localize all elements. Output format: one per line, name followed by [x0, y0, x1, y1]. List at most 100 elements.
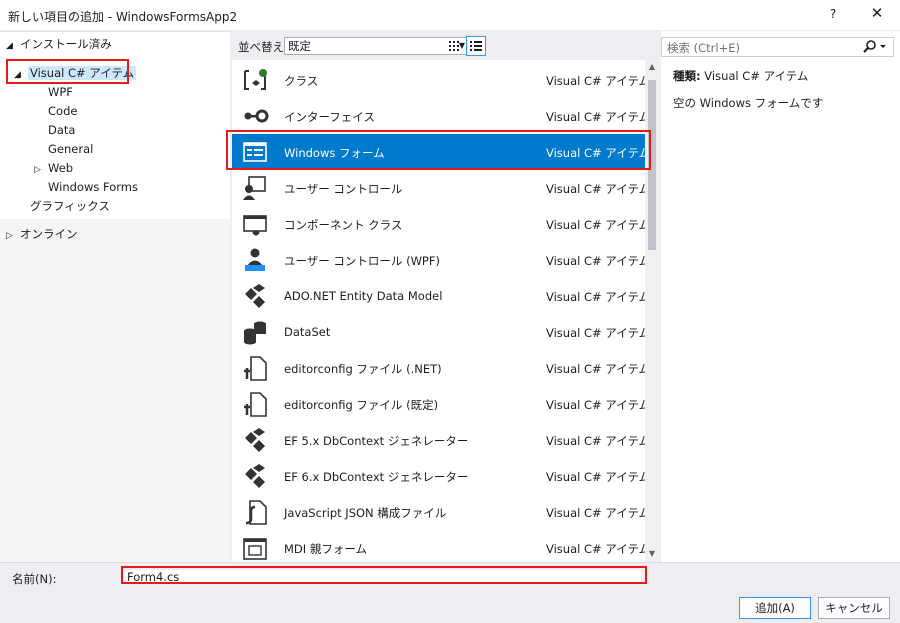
list-item-component-class[interactable]: コンポーネント クラス Visual C# アイテム [232, 206, 645, 242]
tree-node-label: グラフィックス [30, 199, 110, 213]
list-toolbar: 並べ替え: 既定 ▼ [232, 31, 657, 59]
grid-view-icon [449, 41, 459, 51]
item-type: Visual C# アイテム [546, 470, 645, 484]
search-icon[interactable] [862, 39, 888, 55]
item-type: Visual C# アイテム [546, 434, 645, 448]
interface-icon [244, 109, 269, 123]
list-item-interface[interactable]: インターフェイス Visual C# アイテム [232, 98, 645, 134]
help-button[interactable]: ? [826, 7, 840, 21]
item-type: Visual C# アイテム [546, 398, 645, 412]
scroll-down-icon[interactable]: ▼ [645, 549, 659, 558]
item-type: Visual C# アイテム [546, 74, 645, 88]
list-item-wpf-user-control[interactable]: ユーザー コントロール (WPF) Visual C# アイテム [232, 242, 645, 278]
ef-generator-icon [245, 428, 265, 452]
tree-node-code[interactable]: Code [48, 102, 77, 120]
list-item-json-config[interactable]: JavaScript JSON 構成ファイル Visual C# アイテム [232, 494, 645, 530]
tree-node-label: Web [48, 161, 74, 175]
tree-node-online-label: オンライン [20, 227, 78, 241]
details-type-value: Visual C# アイテム [704, 69, 809, 83]
search-input[interactable]: 検索 (Ctrl+E) [667, 40, 740, 56]
item-name: ADO.NET Entity Data Model [284, 289, 443, 303]
sort-label: 並べ替え: [238, 40, 288, 54]
component-class-icon [243, 215, 267, 236]
list-item-ef5-generator[interactable]: EF 5.x DbContext ジェネレーター Visual C# アイテム [232, 422, 645, 458]
list-item-mdi-form[interactable]: MDI 親フォーム Visual C# アイテム [232, 530, 645, 562]
details-type-key: 種類: [673, 69, 701, 83]
item-type: Visual C# アイテム [546, 182, 645, 196]
details-type-row: 種類: Visual C# アイテム [673, 68, 823, 84]
highlight-box-item [226, 130, 651, 170]
item-type: Visual C# アイテム [546, 218, 645, 232]
collapse-arrow-icon[interactable]: ◢ [6, 37, 20, 55]
close-button[interactable]: ✕ [868, 4, 886, 24]
search-box[interactable]: 検索 (Ctrl+E) [661, 37, 894, 57]
ef-generator-icon [245, 464, 265, 488]
tree-node-windows-forms[interactable]: Windows Forms [48, 178, 138, 196]
item-type: Visual C# アイテム [546, 290, 645, 304]
small-icons-view-button[interactable] [444, 36, 464, 56]
tree-node-general[interactable]: General [48, 140, 93, 158]
list-item-user-control[interactable]: ユーザー コントロール Visual C# アイテム [232, 170, 645, 206]
item-type: Visual C# アイテム [546, 326, 645, 340]
list-item-entity-data-model[interactable]: ADO.NET Entity Data Model Visual C# アイテム [232, 278, 645, 314]
scroll-up-icon[interactable]: ▲ [645, 62, 659, 71]
item-type: Visual C# アイテム [546, 542, 645, 556]
tree-node-data[interactable]: Data [48, 121, 75, 139]
list-item-dataset[interactable]: DataSet Visual C# アイテム [232, 314, 645, 350]
window-title: 新しい項目の追加 - WindowsFormsApp2 [8, 10, 238, 24]
list-item-class[interactable]: クラス Visual C# アイテム [232, 62, 645, 98]
list-item-ef6-generator[interactable]: EF 6.x DbContext ジェネレーター Visual C# アイテム [232, 458, 645, 494]
tree-node-label: Code [48, 104, 78, 118]
tree-node-label: WPF [48, 85, 73, 99]
highlight-box-tree [6, 59, 129, 84]
class-icon [244, 69, 267, 90]
item-name: ユーザー コントロール [284, 182, 403, 196]
tree-node-label: General [48, 142, 94, 156]
item-name: インターフェイス [284, 110, 375, 124]
expand-arrow-icon[interactable]: ▷ [34, 161, 48, 179]
list-view-icon [470, 41, 482, 51]
tree-node-graphics[interactable]: グラフィックス [30, 197, 110, 215]
tree-node-installed[interactable]: ◢ インストール済み [6, 35, 112, 53]
json-config-icon [245, 500, 267, 525]
item-type: Visual C# アイテム [546, 254, 645, 268]
list-item-editorconfig-net[interactable]: editorconfig ファイル (.NET) Visual C# アイテム [232, 350, 645, 386]
category-tree-pane: ◢ インストール済み ◢ Visual C# アイテム WPF Code Data … [0, 31, 230, 562]
item-name: ユーザー コントロール (WPF) [284, 254, 440, 268]
config-file-icon [244, 356, 267, 381]
wpf-user-control-icon [245, 248, 265, 271]
tree-node-online[interactable]: ▷ オンライン [6, 225, 78, 243]
item-name: MDI 親フォーム [284, 542, 367, 556]
expand-arrow-icon[interactable]: ▷ [6, 227, 20, 245]
details-description: 空の Windows フォームです [673, 96, 824, 110]
item-name: editorconfig ファイル (既定) [284, 398, 439, 412]
item-name: コンポーネント クラス [284, 218, 403, 232]
item-details: 種類: Visual C# アイテム 空の Windows フォームです [673, 68, 823, 111]
name-label: 名前(N): [12, 572, 57, 586]
sort-dropdown[interactable]: 既定 ▼ [284, 37, 470, 55]
title-bar: 新しい項目の追加 - WindowsFormsApp2 ? ✕ [0, 0, 900, 30]
tree-node-wpf[interactable]: WPF [48, 83, 73, 101]
tree-node-installed-label: インストール済み [20, 37, 112, 51]
item-name: DataSet [284, 325, 331, 339]
tree-node-label: Data [48, 123, 76, 137]
item-name: editorconfig ファイル (.NET) [284, 362, 442, 376]
item-name: クラス [284, 74, 319, 88]
add-button[interactable]: 追加(A) [739, 597, 811, 619]
tree-node-label: Windows Forms [48, 180, 138, 194]
tree-node-web[interactable]: ▷ Web [34, 159, 73, 177]
sort-value: 既定 [288, 39, 311, 53]
entity-model-icon [245, 284, 265, 308]
item-name: EF 5.x DbContext ジェネレーター [284, 434, 469, 448]
highlight-box-name [121, 566, 647, 584]
item-name: EF 6.x DbContext ジェネレーター [284, 470, 469, 484]
item-name: JavaScript JSON 構成ファイル [284, 506, 447, 520]
config-file-icon [244, 392, 267, 417]
item-type: Visual C# アイテム [546, 506, 645, 520]
dataset-icon [244, 321, 266, 345]
details-pane: 検索 (Ctrl+E) 種類: Visual C# アイテム 空の Window… [661, 31, 900, 562]
item-type: Visual C# アイテム [546, 362, 645, 376]
list-view-button[interactable] [466, 36, 486, 56]
list-item-editorconfig-default[interactable]: editorconfig ファイル (既定) Visual C# アイテム [232, 386, 645, 422]
cancel-button[interactable]: キャンセル [818, 597, 890, 619]
